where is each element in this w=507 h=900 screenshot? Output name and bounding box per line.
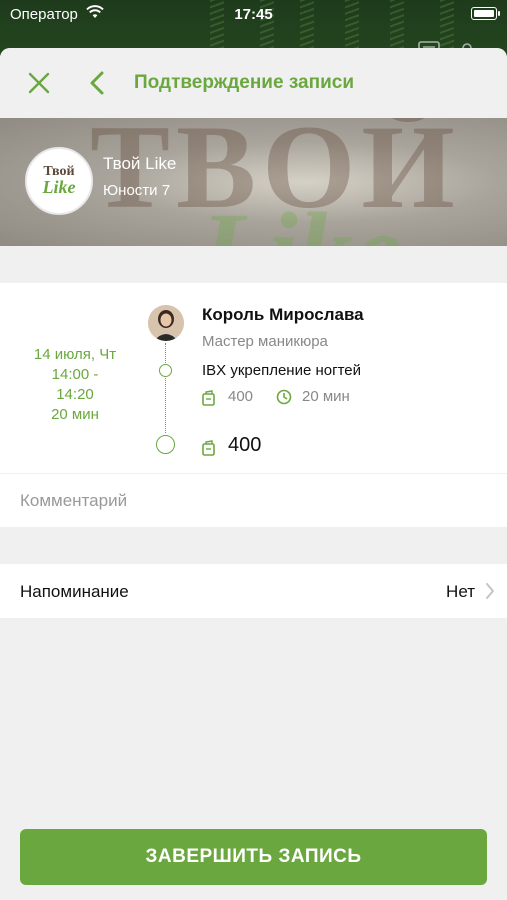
comment-input[interactable] [20,474,490,528]
reminder-label: Напоминание [20,582,129,601]
back-icon[interactable] [88,70,106,96]
reminder-value: Нет [446,582,475,601]
timeline-line [165,343,166,433]
page-title: Подтверждение записи [134,72,354,93]
comment-row [0,473,507,528]
salon-name: Твой Like [103,154,177,173]
service-name: IBX укрепление ногтей [202,362,362,379]
chevron-right-icon [486,583,494,599]
clock-icon [276,389,292,405]
service-dot [159,364,172,377]
clock-label: 17:45 [234,6,273,23]
finish-booking-button[interactable]: ЗАВЕРШИТЬ ЗАПИСЬ [20,829,487,885]
nav-bar: Подтверждение записи [0,48,507,118]
close-icon[interactable] [28,72,50,94]
battery-icon [471,7,500,20]
booking-duration: 20 мин [51,406,99,423]
total-price-icon [202,440,215,456]
booking-date: 14 июля, Чт [33,346,117,363]
price-tag-icon [202,390,215,406]
banner-watermark-like: Like [200,188,402,246]
master-role: Мастер маникюра [202,333,328,350]
booking-card: 14 июля, Чт 14:00 - 14:20 20 мин Король … [0,283,507,473]
booking-sheet: Подтверждение записи ТВОЙ Like Твой Like… [0,48,507,900]
booking-datetime: 14 июля, Чт 14:00 - 14:20 20 мин [0,345,150,425]
salon-address: Юности 7 [103,182,171,199]
salon-banner: ТВОЙ Like Твой Like Твой Like Юности 7 [0,118,507,246]
master-avatar [148,305,184,341]
total-price: 400 [228,434,262,456]
master-name: Король Мирослава [202,305,364,324]
booking-time-end: 14:20 [56,386,94,403]
total-dot [156,435,175,454]
salon-logo-text-bottom: Like [42,177,76,197]
service-price: 400 [228,388,254,405]
salon-logo: Твой Like [25,147,93,215]
status-bar: Оператор 17:45 [0,0,507,28]
service-duration: 20 мин [302,388,350,405]
booking-time-start: 14:00 - [51,366,99,383]
reminder-row[interactable]: Напоминание Нет [0,564,507,618]
